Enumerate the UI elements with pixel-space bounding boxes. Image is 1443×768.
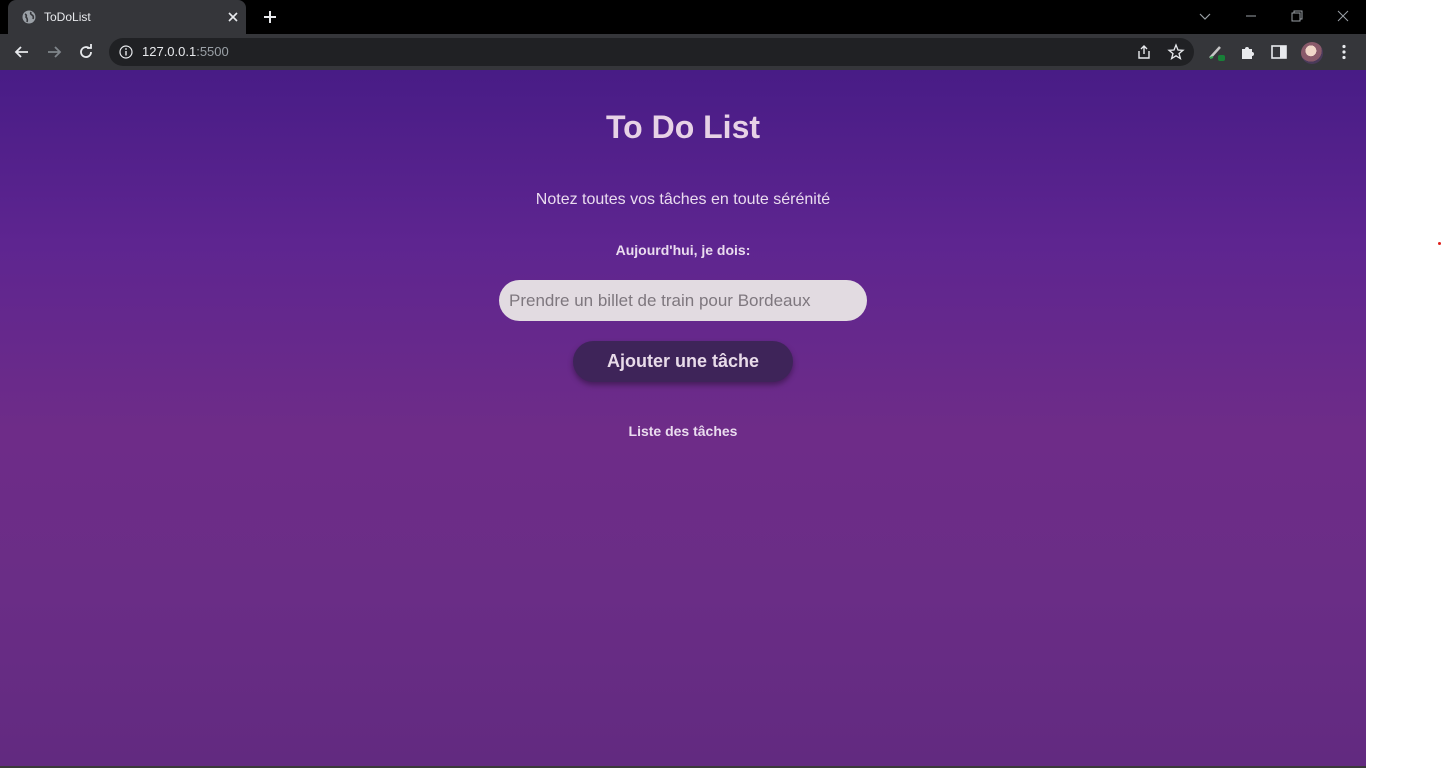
- side-panel-icon[interactable]: [1269, 42, 1289, 62]
- browser-toolbar: 127.0.0.1:5500: [0, 34, 1366, 70]
- puzzle-icon[interactable]: [1238, 42, 1258, 62]
- red-dot-marker: [1438, 242, 1441, 245]
- plus-icon[interactable]: [262, 9, 278, 25]
- add-task-button[interactable]: Ajouter une tâche: [573, 341, 793, 382]
- browser-tab[interactable]: ToDoList: [8, 0, 246, 34]
- pen-extension-icon[interactable]: [1206, 42, 1226, 62]
- restore-icon[interactable]: [1289, 8, 1305, 24]
- task-list-title: Liste des tâches: [628, 423, 738, 439]
- url-text: 127.0.0.1:5500: [142, 45, 229, 59]
- avatar[interactable]: [1301, 42, 1323, 64]
- window-close-icon[interactable]: [1335, 8, 1351, 24]
- info-icon[interactable]: [119, 45, 133, 59]
- chevron-down-icon[interactable]: [1197, 8, 1213, 24]
- back-arrow-icon[interactable]: [12, 42, 32, 62]
- reload-icon[interactable]: [76, 42, 96, 62]
- browser-window: ToDoList 127.0.0.1:5500 To Do List Notez…: [0, 0, 1366, 768]
- task-input[interactable]: [499, 280, 867, 321]
- url-host: 127.0.0.1: [142, 44, 197, 59]
- page-subtitle: Notez toutes vos tâches en toute sérénit…: [535, 191, 831, 208]
- today-label: Aujourd'hui, je dois:: [615, 242, 751, 258]
- close-icon[interactable]: [226, 10, 240, 24]
- minimize-icon[interactable]: [1243, 8, 1259, 24]
- url-port: :5500: [196, 44, 229, 59]
- forward-arrow-icon[interactable]: [44, 42, 64, 62]
- share-icon[interactable]: [1135, 43, 1153, 61]
- page-title: To Do List: [605, 109, 761, 145]
- star-icon[interactable]: [1167, 43, 1185, 61]
- tab-strip: ToDoList: [0, 0, 1366, 34]
- globe-icon: [22, 10, 36, 24]
- page-viewport: To Do List Notez toutes vos tâches en to…: [0, 70, 1366, 766]
- kebab-menu-icon[interactable]: [1334, 42, 1354, 62]
- address-bar[interactable]: 127.0.0.1:5500: [109, 38, 1194, 66]
- tab-title: ToDoList: [44, 10, 91, 24]
